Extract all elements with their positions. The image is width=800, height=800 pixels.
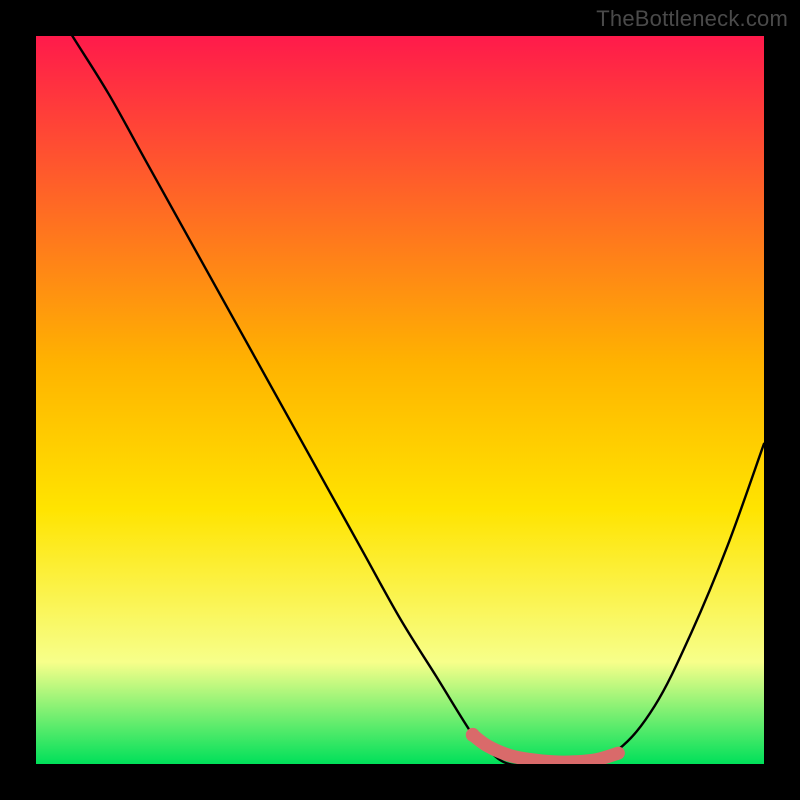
watermark-text: TheBottleneck.com [596,6,788,32]
chart-frame: TheBottleneck.com [0,0,800,800]
bottleneck-chart [36,36,764,764]
optimal-start-dot [466,728,480,742]
gradient-background [36,36,764,764]
plot-area [36,36,764,764]
